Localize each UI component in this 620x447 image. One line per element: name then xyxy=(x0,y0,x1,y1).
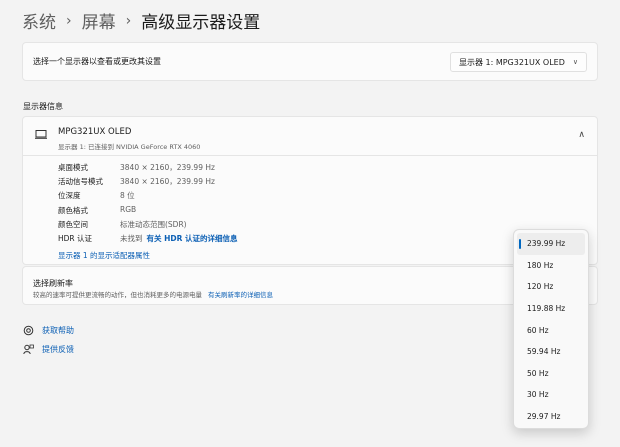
info-row: HDR 认证 未找到 有关 HDR 认证的详细信息 xyxy=(58,233,238,244)
display-info-body: 桌面模式 3840 × 2160，239.99 Hz 活动信号模式 3840 ×… xyxy=(22,155,598,265)
display-name: MPG321UX OLED xyxy=(58,127,132,137)
info-row: 颜色空间 标准动态范围(SDR) xyxy=(58,219,187,230)
info-key: 颜色格式 xyxy=(58,206,88,215)
select-display-card: 选择一个显示器以查看或更改其设置 显示器 1: MPG321UX OLED ∨ xyxy=(22,42,598,81)
help-icon xyxy=(23,325,34,336)
refresh-rate-option[interactable]: 119.88 Hz xyxy=(517,298,585,320)
info-row: 活动信号模式 3840 × 2160，239.99 Hz xyxy=(58,176,215,187)
display-adapter-properties-link[interactable]: 显示器 1 的显示适配器属性 xyxy=(58,250,150,261)
refresh-rate-option[interactable]: 29.97 Hz xyxy=(517,406,585,428)
refresh-rate-description: 较高的速率可提供更流畅的动作，但也消耗更多的电源电量 有关刷新率的详细信息 xyxy=(33,289,273,299)
refresh-rate-option[interactable]: 50 Hz xyxy=(517,363,585,385)
info-row: 颜色格式 RGB xyxy=(58,205,136,216)
refresh-rate-option[interactable]: 120 Hz xyxy=(517,276,585,298)
feedback-link[interactable]: 提供反馈 xyxy=(23,344,74,355)
info-value: 3840 × 2160，239.99 Hz xyxy=(120,163,215,172)
refresh-rate-option-label: 239.99 Hz xyxy=(527,239,566,249)
refresh-rate-menu: 239.99 Hz 180 Hz 120 Hz 119.88 Hz 60 Hz … xyxy=(513,229,589,429)
info-value: 未找到 xyxy=(120,234,143,243)
breadcrumb-screen[interactable]: 屏幕 xyxy=(82,8,116,33)
info-value: 8 位 xyxy=(120,191,135,200)
refresh-rate-option[interactable]: 60 Hz xyxy=(517,319,585,341)
info-key: 位深度 xyxy=(58,191,81,200)
refresh-rate-option-label: 120 Hz xyxy=(527,282,554,292)
display-dropdown-value: 显示器 1: MPG321UX OLED xyxy=(458,57,565,67)
refresh-rate-option-label: 180 Hz xyxy=(527,260,554,270)
display-info-header[interactable]: MPG321UX OLED 显示器 1: 已连接到 NVIDIA GeForce… xyxy=(22,116,598,156)
monitor-icon xyxy=(35,130,47,139)
info-key: 桌面模式 xyxy=(58,163,88,172)
feedback-icon xyxy=(23,344,34,355)
display-info-section-title: 显示器信息 xyxy=(23,102,63,111)
refresh-rate-option-label: 60 Hz xyxy=(527,325,549,335)
breadcrumb-separator: › xyxy=(66,12,72,29)
refresh-rate-option-label: 50 Hz xyxy=(527,368,549,378)
info-row: 桌面模式 3840 × 2160，239.99 Hz xyxy=(58,162,215,173)
refresh-rate-option-label: 119.88 Hz xyxy=(527,304,566,314)
refresh-rate-option-label: 29.97 Hz xyxy=(527,412,561,422)
get-help-label: 获取帮助 xyxy=(42,326,74,335)
select-display-label: 选择一个显示器以查看或更改其设置 xyxy=(33,57,161,66)
refresh-rate-info-link[interactable]: 有关刷新率的详细信息 xyxy=(208,289,273,299)
info-row: 位深度 8 位 xyxy=(58,190,135,201)
breadcrumb-system[interactable]: 系统 xyxy=(22,8,56,33)
get-help-link[interactable]: 获取帮助 xyxy=(23,325,74,336)
info-key: HDR 认证 xyxy=(58,234,93,243)
hdr-certification-link[interactable]: 有关 HDR 认证的详细信息 xyxy=(147,233,238,244)
chevron-down-icon: ∨ xyxy=(572,58,578,66)
info-value: 标准动态范围(SDR) xyxy=(120,220,187,229)
info-value: RGB xyxy=(120,205,137,214)
feedback-label: 提供反馈 xyxy=(42,345,74,354)
refresh-rate-title: 选择刷新率 xyxy=(33,279,73,288)
refresh-rate-option[interactable]: 59.94 Hz xyxy=(517,341,585,363)
refresh-rate-card: 选择刷新率 较高的速率可提供更流畅的动作，但也消耗更多的电源电量 有关刷新率的详… xyxy=(22,266,598,305)
chevron-up-icon[interactable]: ∧ xyxy=(578,130,585,140)
refresh-rate-option[interactable]: 30 Hz xyxy=(517,384,585,406)
refresh-rate-option-label: 59.94 Hz xyxy=(527,347,561,357)
info-key: 活动信号模式 xyxy=(58,177,103,186)
page-title: 高级显示器设置 xyxy=(141,13,261,33)
refresh-rate-desc-text: 较高的速率可提供更流畅的动作，但也消耗更多的电源电量 xyxy=(33,291,202,299)
refresh-rate-option[interactable]: 239.99 Hz xyxy=(517,233,585,255)
refresh-rate-option[interactable]: 180 Hz xyxy=(517,255,585,277)
display-subtitle: 显示器 1: 已连接到 NVIDIA GeForce RTX 4060 xyxy=(58,143,201,151)
info-key: 颜色空间 xyxy=(58,220,88,229)
breadcrumb-separator: › xyxy=(125,12,132,29)
breadcrumb: 系统 › 屏幕 › 高级显示器设置 xyxy=(22,8,261,34)
info-value: 3840 × 2160，239.99 Hz xyxy=(120,177,215,186)
refresh-rate-option-label: 30 Hz xyxy=(527,390,549,400)
display-dropdown[interactable]: 显示器 1: MPG321UX OLED ∨ xyxy=(449,52,587,72)
